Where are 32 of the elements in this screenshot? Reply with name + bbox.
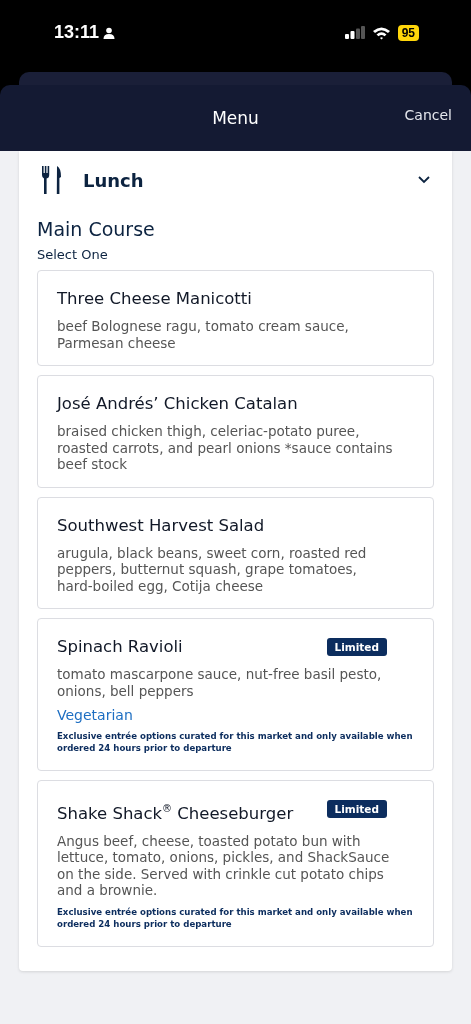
item-name: Spinach Ravioli [57,636,183,658]
person-icon [103,26,116,39]
item-description: Angus beef, cheese, toasted potato bun with lettuce, tomato, onions, pickles, and ShackSauce on the side. Served with crinkle cut potato chips and a brownie. [57,832,391,899]
course-title: Main Course [37,218,156,240]
battery-level: 95 [397,24,419,41]
availability-note: Exclusive entrée options curated for this market and only available when ordered 24 hours prior to departure [57,730,414,754]
limited-badge: Limited [326,800,387,818]
menu-item-card[interactable] [37,780,434,947]
section-header[interactable]: Lunch [37,151,434,209]
section-title: Lunch [83,169,145,191]
item-name: Shake Shack$^{®}$ Cheeseburger [57,802,294,825]
cancel-button[interactable]: Cancel [404,107,452,123]
menu-item-card[interactable]: José Andrés’ Chicken Catalan braised chicken thigh, celeriac-potato puree, roasted carrots, and pearl onions *sauce contains beef stock [37,375,434,488]
item-description: braised chicken thigh, celeriac-potato puree, roasted carrots, and pearl onions *sauce contains beef stock [57,423,393,473]
fork-knife-icon [41,166,61,194]
availability-note: Exclusive entrée options curated for this market and only available when ordered 24 hours prior to departure [57,905,414,930]
menu-item-card[interactable]: Southwest Harvest Salad arugula, black beans, sweet corn, roasted red peppers, butternut squash, grape tomatoes, hard-boiled egg, Cotija cheese [37,496,434,609]
item-description: tomato mascarpone sauce, nut-free basil pesto, onions, bell peppers [57,666,383,699]
item-name: Three Cheese Manicotti [57,288,252,310]
limited-badge: Limited [326,638,387,656]
item-description: arugula, black beans, sweet corn, roasted red peppers, butternut squash, grape tomatoes, hard-boiled egg, Cotija cheese [57,544,368,594]
course-hint: Select One [37,247,109,262]
status-time: 13:11 [54,22,100,43]
item-name: José Andrés’ Chicken Catalan [57,393,298,415]
menu-item-card[interactable]: Three Cheese Manicotti beef Bolognese ragu, tomato cream sauce, Parmesan cheese [37,270,434,366]
item-description: beef Bolognese ragu, tomato cream sauce, Parmesan cheese [57,318,350,351]
menu-item-card[interactable] [37,618,434,771]
diet-tag: Vegetarian [57,707,393,723]
signal-icon [344,26,365,39]
item-name: Southwest Harvest Salad [57,514,265,537]
header-title: Menu [212,108,259,128]
wifi-icon [371,25,391,40]
